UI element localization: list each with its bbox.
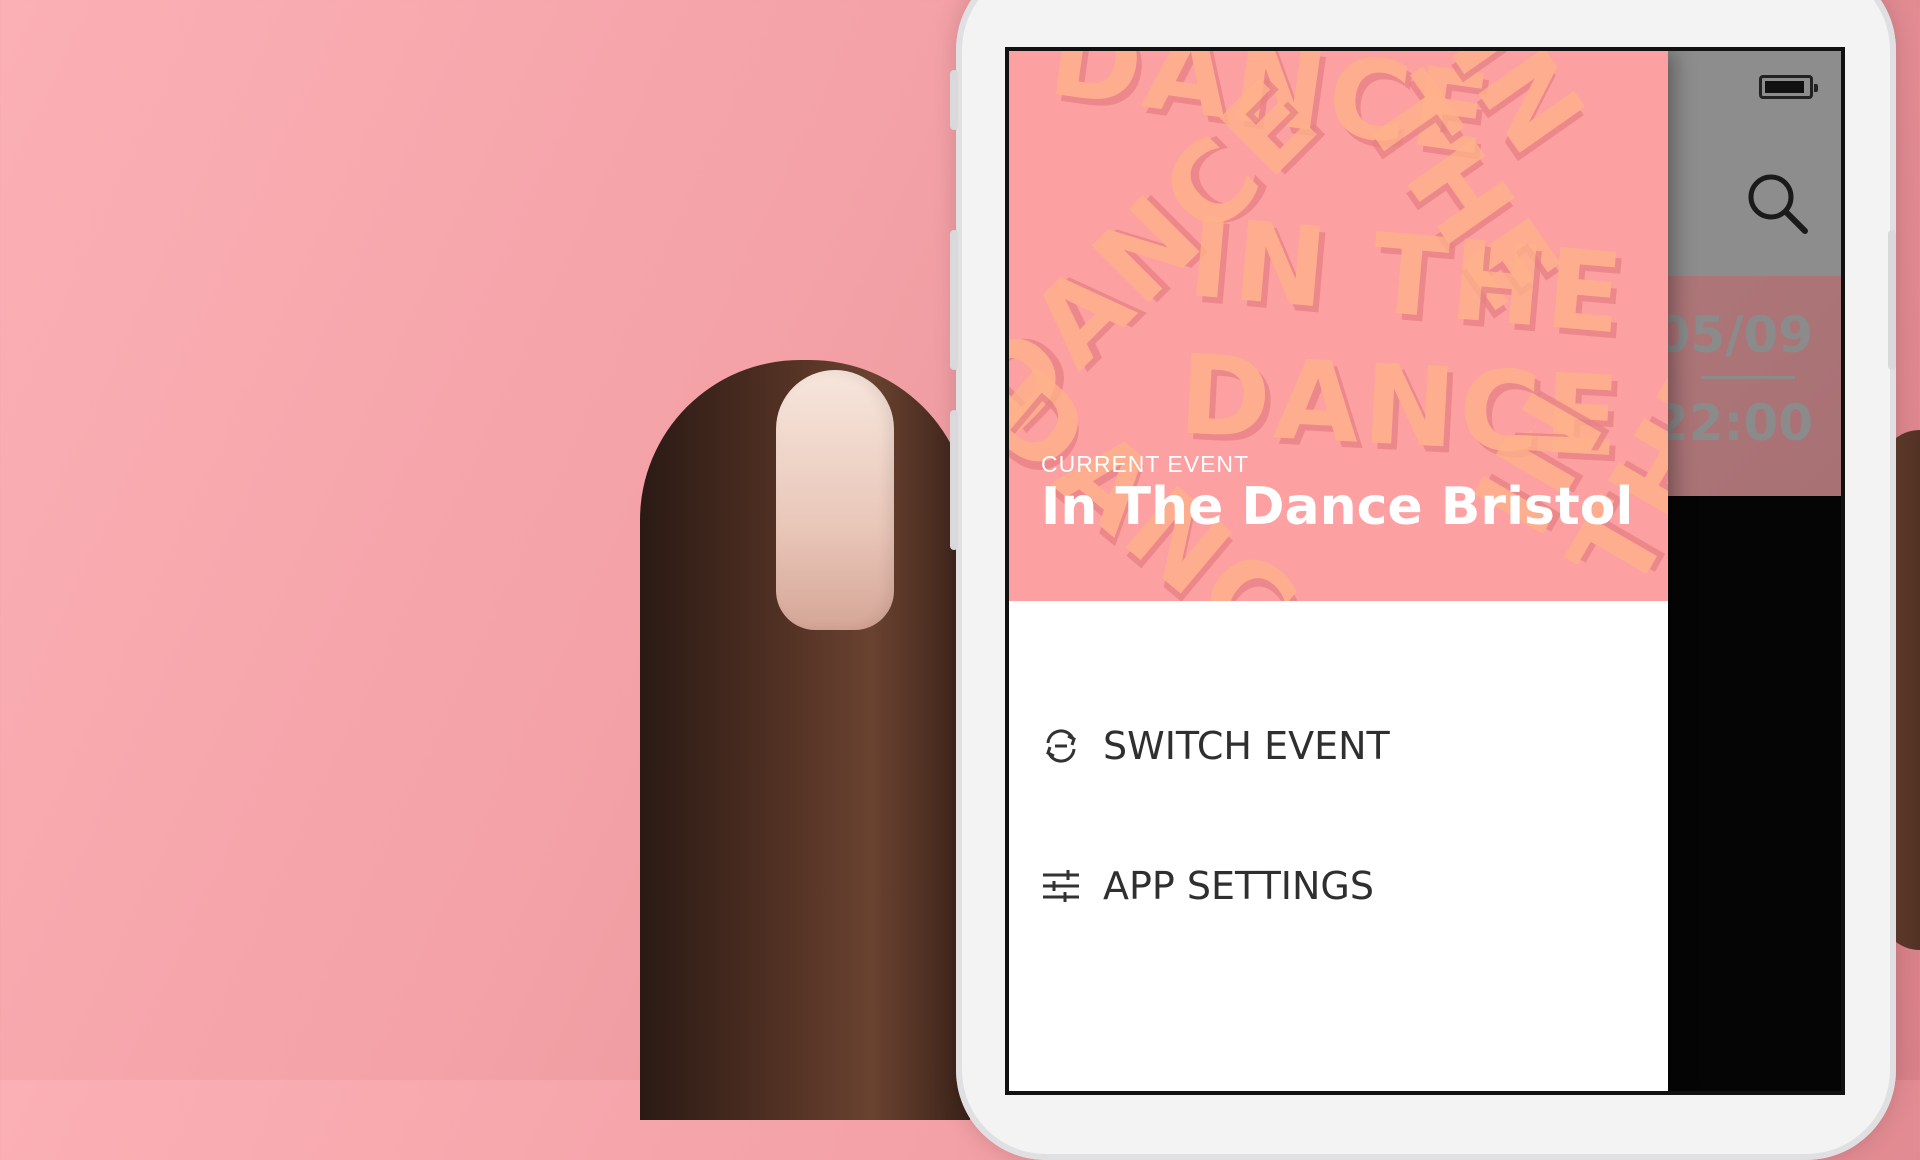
app-settings-label: APP SETTINGS <box>1103 864 1374 908</box>
drawer-header: DANCE IN THE DANCE IN THE DANCE IN THE D… <box>1009 51 1668 601</box>
app-settings-button[interactable]: APP SETTINGS <box>1041 856 1374 916</box>
volume-down-button <box>950 410 958 550</box>
switch-icon <box>1046 729 1076 763</box>
battery-icon <box>1759 75 1818 99</box>
event-time: 22:00 <box>1653 394 1813 452</box>
power-button <box>1888 230 1896 370</box>
mute-switch <box>950 70 958 130</box>
phone-screen: 05/09 22:00 DANCE IN THE DANCE IN THE DA… <box>1005 47 1845 1095</box>
event-date: 05/09 <box>1655 306 1813 364</box>
thumbnail <box>776 370 894 630</box>
current-event-title: In The Dance Bristol <box>1041 477 1634 537</box>
search-icon[interactable] <box>1743 169 1813 239</box>
date-divider <box>1701 376 1795 379</box>
navigation-drawer: DANCE IN THE DANCE IN THE DANCE IN THE D… <box>1009 51 1668 1091</box>
volume-up-button <box>950 230 958 370</box>
switch-event-label: SWITCH EVENT <box>1103 724 1390 768</box>
sliders-icon <box>1043 870 1079 902</box>
switch-event-button[interactable]: SWITCH EVENT <box>1041 716 1390 776</box>
current-event-label: CURRENT EVENT <box>1041 451 1250 477</box>
